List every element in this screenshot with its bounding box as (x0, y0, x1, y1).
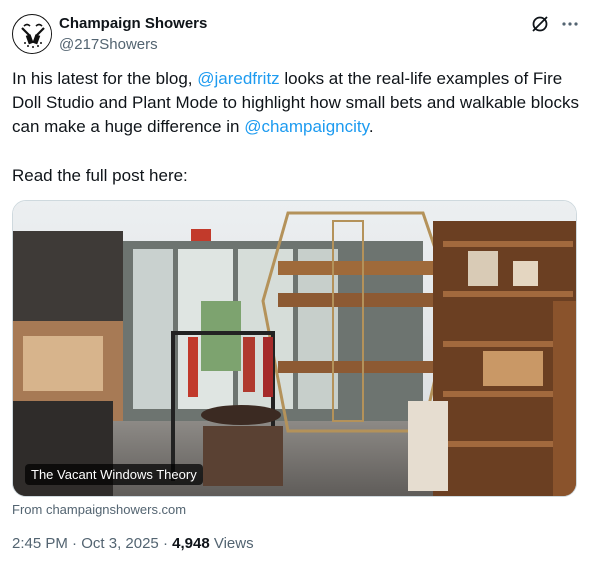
tweet-date[interactable]: Oct 3, 2025 (81, 535, 159, 552)
tweet-text-part: In his latest for the blog, (12, 69, 198, 88)
avatar[interactable] (12, 14, 52, 54)
shower-logo-icon (14, 16, 51, 53)
tweet-text-line: Read the full post here: (12, 166, 188, 185)
tweet-meta: 2:45 PM · Oct 3, 2025 · 4,948 Views (12, 535, 254, 552)
link-card[interactable]: The Vacant Windows Theory (12, 200, 577, 497)
views-count: 4,948 (172, 535, 210, 552)
author-name[interactable]: Champaign Showers (59, 15, 207, 32)
mention-link-jaredfritz[interactable]: @jaredfritz (197, 69, 279, 88)
meta-separator: · (158, 535, 173, 552)
card-title: The Vacant Windows Theory (25, 464, 203, 485)
tweet-text-part: . (368, 117, 374, 136)
views-label: Views (209, 535, 254, 552)
store-interior-photo (13, 201, 576, 496)
tweet-time[interactable]: 2:45 PM (12, 535, 68, 552)
mention-link-champaigncity[interactable]: @champaigncity (244, 117, 369, 136)
more-horizontal-icon[interactable] (560, 14, 580, 34)
tweet-text: In his latest for the blog, @jaredfritz … (12, 67, 584, 139)
grok-icon[interactable] (530, 14, 550, 34)
meta-separator: · (67, 535, 82, 552)
author-handle[interactable]: @217Showers (59, 36, 158, 53)
tweet-header: Champaign Showers @217Showers (12, 12, 580, 56)
card-source-link[interactable]: From champaignshowers.com (12, 502, 186, 517)
